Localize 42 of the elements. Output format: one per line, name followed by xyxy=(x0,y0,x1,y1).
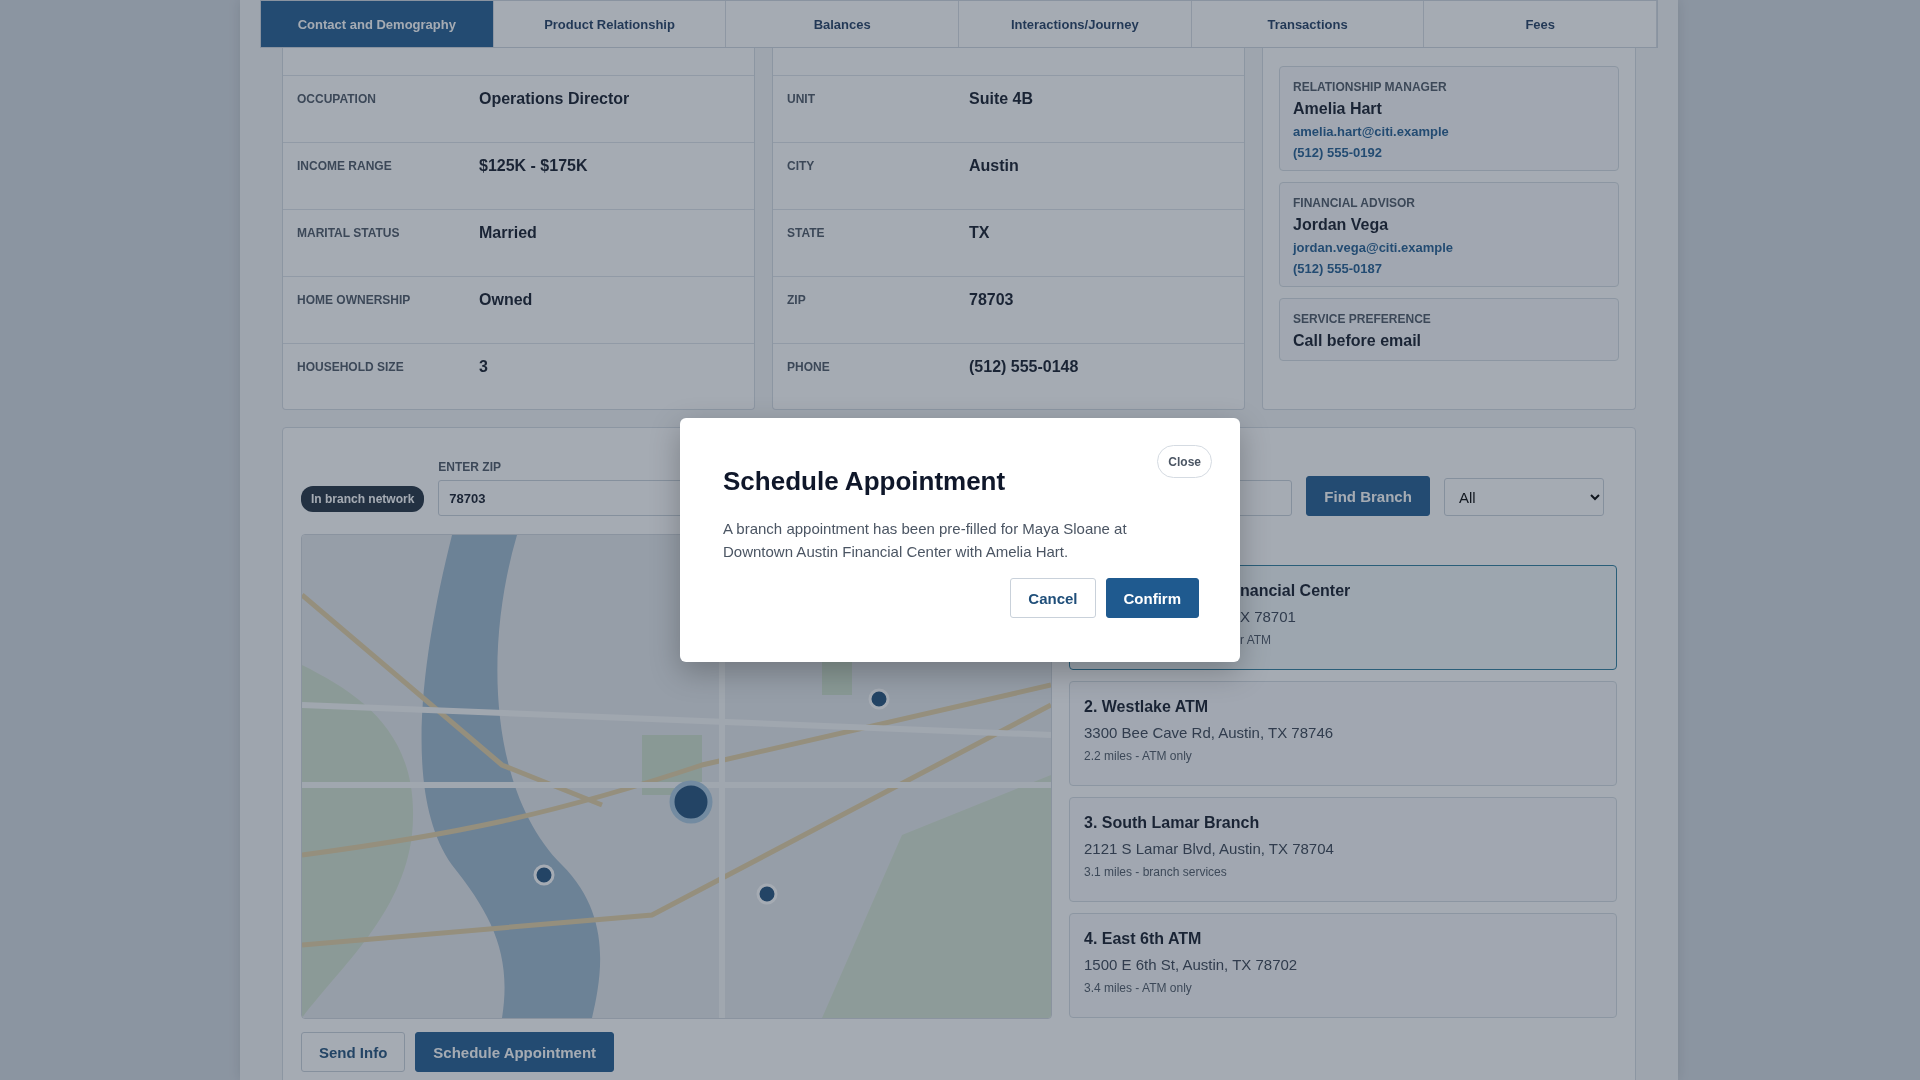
field-label: HOUSEHOLD SIZE xyxy=(297,359,405,376)
field-label: ZIP xyxy=(787,292,807,309)
field-label: INCOME RANGE xyxy=(297,158,393,175)
zip-label: ENTER ZIP xyxy=(438,460,503,474)
field-value: 78703 xyxy=(969,291,1014,310)
branch-address: 3300 Bee Cave Rd, Austin, TX 78746 xyxy=(1084,724,1335,741)
field-value: Austin xyxy=(969,157,1019,176)
branch-name: 2. Westlake ATM xyxy=(1084,698,1210,716)
dialog-title: Schedule Appointment xyxy=(723,466,1006,497)
field-value: Suite 4B xyxy=(969,90,1033,109)
branch-detail: 2.2 miles - ATM only xyxy=(1084,749,1193,763)
field-value: Owned xyxy=(479,291,533,310)
branch-name: 4. East 6th ATM xyxy=(1084,930,1203,948)
branch-address: X 78701 xyxy=(1240,608,1297,625)
contact-role: SERVICE PREFERENCE xyxy=(1293,312,1432,326)
branch-detail: 3.1 miles - branch services xyxy=(1084,865,1228,879)
contact-role: FINANCIAL ADVISOR xyxy=(1293,196,1416,210)
contact-name: Call before email xyxy=(1293,332,1423,350)
field-label: OCCUPATION xyxy=(297,91,377,108)
field-value: TX xyxy=(969,224,990,243)
branch-detail: 3.4 miles - ATM only xyxy=(1084,981,1193,995)
contact-name: Amelia Hart xyxy=(1293,100,1383,118)
field-label: MARITAL STATUS xyxy=(297,225,401,242)
dialog-message: A branch appointment has been pre-filled for Maya Sloane at Downtown Austin Financial Center with Amelia Hart. xyxy=(723,519,1128,562)
field-value: 3 xyxy=(479,358,488,377)
field-label: STATE xyxy=(787,225,826,242)
field-label: HOME OWNERSHIP xyxy=(297,292,412,309)
branch-name: 3. South Lamar Branch xyxy=(1084,814,1261,832)
contact-role: RELATIONSHIP MANAGER xyxy=(1293,80,1448,94)
field-label: UNIT xyxy=(787,91,816,108)
branch-detail: r ATM xyxy=(1240,633,1273,647)
branch-address: 2121 S Lamar Blvd, Austin, TX 78704 xyxy=(1084,840,1335,857)
contact-name: Jordan Vega xyxy=(1293,216,1390,234)
branch-name: nancial Center xyxy=(1240,582,1352,600)
field-value: Operations Director xyxy=(479,90,630,109)
field-label: CITY xyxy=(787,158,816,175)
branch-address: 1500 E 6th St, Austin, TX 78702 xyxy=(1084,956,1299,973)
network-badge: In branch network xyxy=(301,486,425,512)
field-value: (512) 555-0148 xyxy=(969,358,1079,377)
field-label: PHONE xyxy=(787,359,831,376)
field-value: Married xyxy=(479,224,537,243)
field-value: $125K - $175K xyxy=(479,157,588,176)
